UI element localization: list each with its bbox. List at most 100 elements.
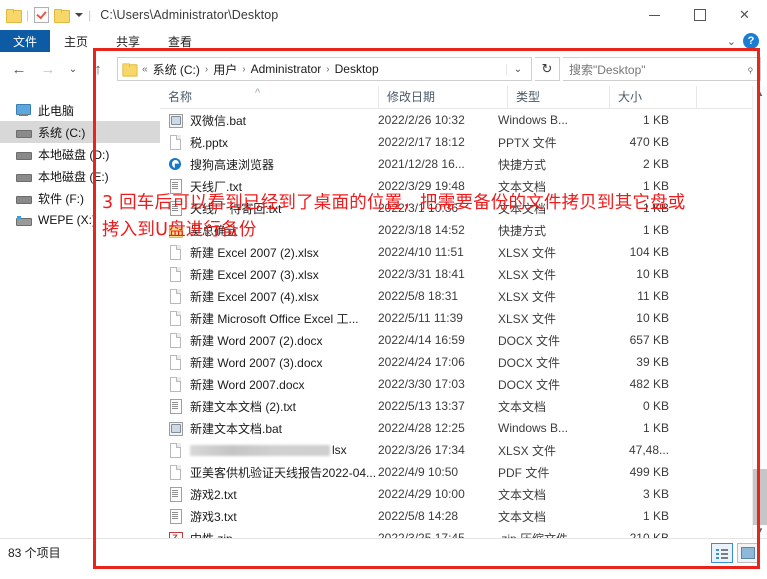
file-size-cell: 1 KB (642, 421, 669, 435)
file-size-cell: 499 KB (629, 465, 669, 479)
table-row[interactable]: 天线厂 待寄回.txt 2022/3/1 10:36 文本文档 1 KB (160, 197, 767, 219)
column-header-name[interactable]: 名称 ^ (160, 86, 378, 108)
txt-icon (168, 398, 183, 414)
new-folder-icon[interactable] (54, 9, 71, 23)
file-size-cell: 1 KB (642, 179, 669, 193)
breadcrumb-item-users[interactable]: 用户 (211, 61, 239, 78)
table-row[interactable]: 新建 Excel 2007 (2).xlsx 2022/4/10 11:51 XLS… (160, 241, 767, 263)
table-row[interactable]: 新建 Excel 2007 (3).xlsx 2022/3/31 18:41 XLS… (160, 263, 767, 285)
file-name-label: 游戏3.txt (190, 509, 237, 524)
file-date-cell: 2022/2/26 10:32 (378, 113, 465, 127)
scroll-up-icon[interactable]: ▲ (753, 86, 767, 101)
scroll-down-icon[interactable]: ▼ (753, 523, 767, 538)
doc-icon (168, 134, 183, 150)
details-view-icon[interactable] (711, 542, 733, 563)
file-size-cell: 10 KB (636, 311, 669, 325)
sidebar-item-system-c[interactable]: 系统 (C:) (0, 121, 160, 143)
breadcrumb-item-administrator[interactable]: Administrator (249, 62, 324, 76)
breadcrumb-separator-3: › (326, 63, 330, 75)
table-row[interactable]: 新建文本文档.bat 2022/4/28 12:25 Windows B... 1 K… (160, 417, 767, 439)
sidebar-item-software-f[interactable]: 软件 (F:) (0, 187, 160, 209)
table-row[interactable]: 中性.zip 2022/3/25 17:45 .zip 压缩文件 210 KB (160, 527, 767, 538)
help-icon[interactable]: ? (743, 33, 759, 49)
file-date-cell: 2022/3/25 17:45 (378, 531, 465, 538)
file-name-label: 天线厂.txt (190, 179, 243, 194)
blur-mask (190, 444, 330, 456)
table-row[interactable]: 新建 Excel 2007 (4).xlsx 2022/5/8 18:31 XLSX… (160, 285, 767, 307)
address-bar[interactable]: « 系统 (C:) › 用户 › Administrator › Desktop… (117, 57, 532, 81)
table-row[interactable]: 双微信.bat 2022/2/26 10:32 Windows B... 1 KB (160, 109, 767, 131)
table-row[interactable]: 新建 Word 2007 (3).docx 2022/4/24 17:06 DOCX… (160, 351, 767, 373)
file-name-label: 天线厂 待寄回.txt (190, 201, 282, 216)
sidebar-item-wepe-x[interactable]: WEPE (X:) (0, 209, 160, 231)
recent-locations-button[interactable]: ⌄ (64, 56, 82, 82)
tab-view[interactable]: 查看 (154, 30, 206, 52)
file-date-cell: 2022/4/29 10:00 (378, 487, 465, 501)
file-date-cell: 2022/3/1 10:36 (378, 201, 459, 215)
file-name-cell: 税.pptx (160, 134, 378, 151)
computer-icon (16, 104, 31, 116)
table-row[interactable]: 税.pptx 2022/2/17 18:12 PPTX 文件 470 KB (160, 131, 767, 153)
search-input[interactable]: 搜索"Desktop" ⌕ (563, 57, 761, 81)
search-icon[interactable]: ⌕ (743, 61, 758, 76)
scrollbar-thumb[interactable] (753, 469, 767, 525)
sidebar-item-local-disk-d[interactable]: 本地磁盘 (D:) (0, 143, 160, 165)
status-bar: 83 个项目 (0, 538, 767, 566)
file-name-cell: 新建 Word 2007 (2).docx (160, 332, 378, 349)
table-row[interactable]: 亚美客供机验证天线报告2022-04... 2022/4/9 10:50 PDF 文… (160, 461, 767, 483)
sidebar-item-this-pc[interactable]: 此电脑 (0, 99, 160, 121)
folder-icon (168, 224, 183, 238)
refresh-button[interactable]: ↻ (535, 57, 560, 81)
file-type-cell: Windows B... (498, 421, 569, 435)
table-row[interactable]: 吴总确认 2022/3/18 14:52 快捷方式 1 KB (160, 219, 767, 241)
back-button[interactable]: ← (6, 56, 32, 82)
ribbon-tabs: 文件 主页 共享 查看 ⌄ ? (0, 30, 767, 52)
minimize-button[interactable] (632, 0, 677, 30)
column-header-date[interactable]: 修改日期 (378, 86, 507, 108)
table-row[interactable]: 搜狗高速浏览器 2021/12/28 16... 快捷方式 2 KB (160, 153, 767, 175)
table-row[interactable]: lsx 2022/3/26 17:34 XLSX 文件 47,48... (160, 439, 767, 461)
address-folder-icon (122, 63, 138, 77)
file-name-cell: 新建文本文档 (2).txt (160, 398, 378, 415)
breadcrumb-item-desktop[interactable]: Desktop (333, 62, 381, 76)
up-button[interactable]: ↑ (85, 56, 111, 82)
file-size-cell: 3 KB (642, 487, 669, 501)
table-row[interactable]: 新建 Microsoft Office Excel 工... 2022/5/11 … (160, 307, 767, 329)
maximize-button[interactable] (677, 0, 722, 30)
table-row[interactable]: 游戏2.txt 2022/4/29 10:00 文本文档 3 KB (160, 483, 767, 505)
file-type-cell: 文本文档 (498, 399, 547, 414)
forward-button[interactable]: → (35, 56, 61, 82)
file-size-cell: 39 KB (636, 355, 669, 369)
table-row[interactable]: 新建 Word 2007.docx 2022/3/30 17:03 DOCX 文件 4… (160, 373, 767, 395)
breadcrumb-item-system[interactable]: 系统 (C:) (151, 61, 202, 78)
tab-share[interactable]: 共享 (102, 30, 154, 52)
file-date-cell: 2022/3/29 19:48 (378, 179, 465, 193)
file-name-label: 新建 Word 2007 (2).docx (190, 333, 323, 348)
close-button[interactable]: ✕ (722, 0, 767, 30)
folder-icon[interactable] (6, 9, 22, 23)
sidebar-item-local-disk-e[interactable]: 本地磁盘 (E:) (0, 165, 160, 187)
search-placeholder: 搜索"Desktop" (569, 62, 646, 77)
sidebar-item-label: 软件 (F:) (38, 191, 84, 206)
thumbnail-view-icon[interactable] (737, 542, 759, 563)
tab-home[interactable]: 主页 (50, 30, 102, 52)
column-header-size[interactable]: 大小 (609, 86, 696, 108)
file-name-cell: 新建 Microsoft Office Excel 工... (160, 310, 378, 327)
file-name-label: 新建 Word 2007 (3).docx (190, 355, 323, 370)
customize-dropdown-icon[interactable] (75, 13, 84, 17)
table-row[interactable]: 新建文本文档 (2).txt 2022/5/13 13:37 文本文档 0 KB (160, 395, 767, 417)
table-row[interactable]: 新建 Word 2007 (2).docx 2022/4/14 16:59 DOCX… (160, 329, 767, 351)
txt-icon (168, 486, 183, 502)
file-name-label: 亚美客供机验证天线报告2022-04... (190, 465, 377, 480)
properties-icon[interactable] (34, 7, 50, 23)
file-name-label: 搜狗高速浏览器 (190, 157, 275, 172)
chevron-down-icon[interactable]: ⌄ (727, 35, 736, 48)
chevron-down-icon[interactable]: ⌄ (506, 63, 529, 75)
file-date-cell: 2022/3/31 18:41 (378, 267, 465, 281)
table-row[interactable]: 天线厂.txt 2022/3/29 19:48 文本文档 1 KB (160, 175, 767, 197)
tab-file[interactable]: 文件 (0, 30, 50, 52)
breadcrumb-overflow[interactable]: « (141, 64, 149, 75)
vertical-scrollbar[interactable]: ▲ ▼ (752, 86, 767, 538)
table-row[interactable]: 游戏3.txt 2022/5/8 14:28 文本文档 1 KB (160, 505, 767, 527)
column-header-type[interactable]: 类型 (507, 86, 609, 108)
